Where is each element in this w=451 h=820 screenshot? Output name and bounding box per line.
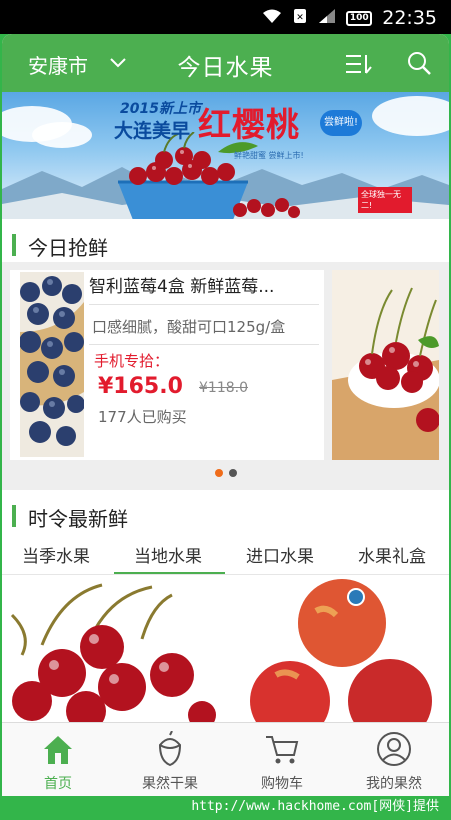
product-price: ¥165.0	[98, 374, 183, 399]
app-header: 安康市 今日水果	[2, 34, 449, 92]
tab-fruit-gift-box[interactable]: 水果礼盒	[358, 542, 426, 567]
search-icon[interactable]	[406, 50, 432, 76]
flash-section-header: 今日抢鲜	[2, 225, 449, 265]
seasonal-section-title: 时令最新鲜	[28, 507, 128, 531]
nav-cart-label: 购物车	[261, 776, 303, 792]
promo-banner[interactable]: 2015新上市 大连美早 红樱桃 尝鲜啦! 鲜艳甜蜜 尝鲜上市! 全球独一无二!	[2, 92, 449, 219]
carousel-dot[interactable]	[229, 469, 237, 477]
nav-home[interactable]: 首页	[2, 723, 114, 796]
divider	[89, 304, 319, 305]
wifi-icon	[262, 8, 282, 28]
svg-text:✕: ✕	[296, 13, 304, 23]
banner-tag: 全球独一无二!	[358, 187, 412, 213]
nut-icon	[158, 731, 182, 767]
tab-imported-fruit[interactable]: 进口水果	[246, 542, 314, 567]
nav-my-account-label: 我的果然	[366, 776, 422, 792]
cloud-decoration	[32, 122, 92, 148]
cherry-product-image[interactable]	[2, 575, 225, 723]
nav-dried-fruit[interactable]: 果然干果	[114, 723, 226, 796]
status-icons: ✕ 100 22:35	[262, 7, 437, 29]
product-name: 智利蓝莓4盒 新鲜蓝莓...	[89, 277, 275, 297]
flash-section-title: 今日抢鲜	[28, 236, 108, 260]
divider	[89, 344, 319, 345]
cherry-bowl-image	[332, 270, 439, 460]
nav-dried-fruit-label: 果然干果	[142, 776, 198, 792]
nav-home-label: 首页	[44, 776, 72, 792]
seasonal-section-header: 时令最新鲜	[2, 496, 449, 536]
cloud-decoration	[372, 96, 449, 136]
sim-icon: ✕	[292, 8, 308, 28]
user-icon	[377, 732, 411, 766]
section-accent-bar	[12, 234, 16, 256]
status-time: 22:35	[382, 7, 437, 29]
banner-slogan: 鲜艳甜蜜 尝鲜上市!	[234, 151, 304, 160]
banner-year-text: 2015新上市	[120, 101, 201, 117]
original-price: ¥118.0	[199, 380, 248, 396]
product-description: 口感细腻，酸甜可口125g/盒	[92, 318, 286, 336]
battery-icon: 100	[346, 10, 373, 26]
status-bar: ✕ 100 22:35	[0, 0, 451, 34]
list-menu-icon[interactable]	[344, 53, 372, 75]
tab-seasonal-fruit[interactable]: 当季水果	[22, 542, 90, 567]
banner-headline: 红樱桃	[198, 105, 300, 144]
banner-bubble: 尝鲜啦!	[320, 110, 362, 136]
watermark-text: http://www.hackhome.com[网侠]提供	[0, 796, 451, 820]
blueberry-image	[20, 272, 84, 457]
tab-local-fruit[interactable]: 当地水果	[134, 542, 202, 567]
cherry-pile-image	[233, 198, 300, 218]
promo-label: 手机专拾：	[94, 352, 170, 370]
cart-icon	[266, 736, 299, 764]
section-accent-bar	[12, 505, 16, 527]
app-frame: 安康市 今日水果 2015新上市 大连美早 红樱桃 尝鲜啦! 鲜艳甜蜜 尝鲜上市…	[2, 34, 449, 796]
signal-icon	[318, 8, 336, 28]
nav-my-account[interactable]: 我的果然	[338, 723, 449, 796]
home-icon	[44, 736, 72, 764]
page-title: 今日水果	[177, 55, 274, 81]
bottom-nav: 首页 果然干果 购物车 我的果然	[2, 722, 449, 796]
fruit-grid	[2, 575, 449, 723]
nav-cart[interactable]: 购物车	[226, 723, 338, 796]
buyer-count: 177人已购买	[98, 408, 187, 426]
category-tabs: 当季水果 当地水果 进口水果 水果礼盒	[2, 534, 449, 575]
apple-product-image[interactable]	[226, 575, 449, 723]
product-card-next[interactable]	[332, 270, 439, 460]
carousel-dot-active[interactable]	[215, 469, 223, 477]
banner-origin-text: 大连美早	[114, 120, 191, 142]
product-card[interactable]: 智利蓝莓4盒 新鲜蓝莓... 口感细腻，酸甜可口125g/盒 手机专拾： ¥16…	[10, 270, 324, 460]
